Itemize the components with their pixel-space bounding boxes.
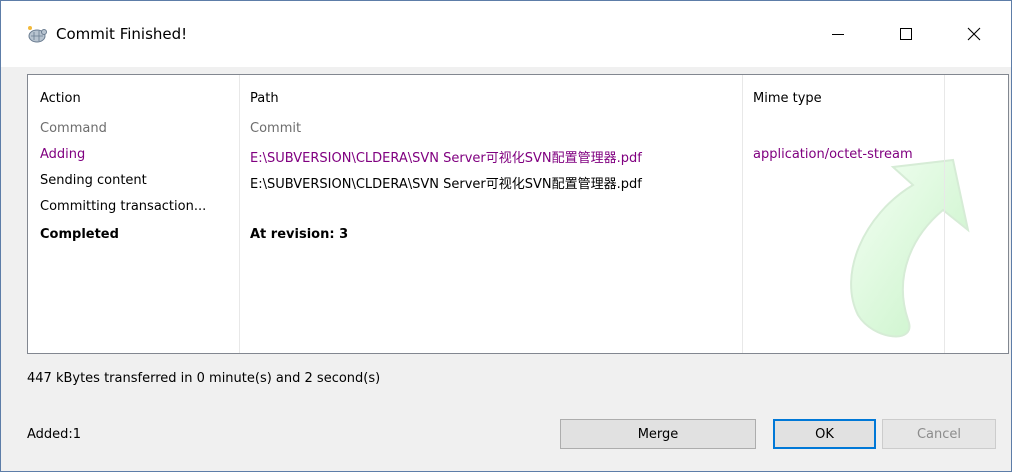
- row-path[interactable]: E:\SUBVERSION\CLDERA\SVN Server可视化SVN配置管…: [250, 173, 642, 192]
- row-action[interactable]: Sending content: [40, 173, 147, 188]
- commit-finished-dialog: Commit Finished! Action Path Mime type C…: [0, 0, 1012, 472]
- commit-arrow-watermark-icon: [850, 158, 970, 338]
- minimize-button[interactable]: [809, 1, 867, 67]
- ok-button[interactable]: OK: [773, 419, 876, 449]
- row-action[interactable]: Adding: [40, 147, 85, 162]
- close-button[interactable]: [945, 1, 1003, 67]
- row-path[interactable]: Commit: [250, 121, 301, 136]
- window-title: Commit Finished!: [56, 25, 188, 43]
- transfer-status-text: 447 kBytes transferred in 0 minute(s) an…: [27, 371, 381, 386]
- maximize-button[interactable]: [877, 1, 935, 67]
- column-header-path[interactable]: Path: [250, 91, 279, 106]
- cancel-button[interactable]: Cancel: [882, 419, 996, 449]
- commit-results-list[interactable]: Action Path Mime type Command Commit Add…: [27, 74, 1009, 354]
- minimize-icon: [832, 34, 844, 35]
- merge-button[interactable]: Merge: [560, 419, 756, 449]
- maximize-icon: [900, 28, 912, 40]
- column-header-mime-type[interactable]: Mime type: [753, 91, 822, 106]
- column-header-action[interactable]: Action: [40, 91, 81, 106]
- row-path[interactable]: E:\SUBVERSION\CLDERA\SVN Server可视化SVN配置管…: [250, 147, 642, 166]
- row-mime-type[interactable]: application/octet-stream: [753, 147, 913, 162]
- title-bar[interactable]: Commit Finished!: [1, 1, 1011, 67]
- close-icon: [967, 27, 981, 41]
- tortoise-svn-icon: [26, 23, 48, 45]
- row-path[interactable]: At revision: 3: [250, 227, 348, 242]
- added-count-text: Added:1: [27, 427, 82, 442]
- row-action[interactable]: Committing transaction...: [40, 199, 206, 214]
- column-separator: [742, 75, 743, 353]
- column-separator: [944, 75, 945, 353]
- row-action[interactable]: Completed: [40, 227, 119, 242]
- row-action[interactable]: Command: [40, 121, 107, 136]
- column-separator: [239, 75, 240, 353]
